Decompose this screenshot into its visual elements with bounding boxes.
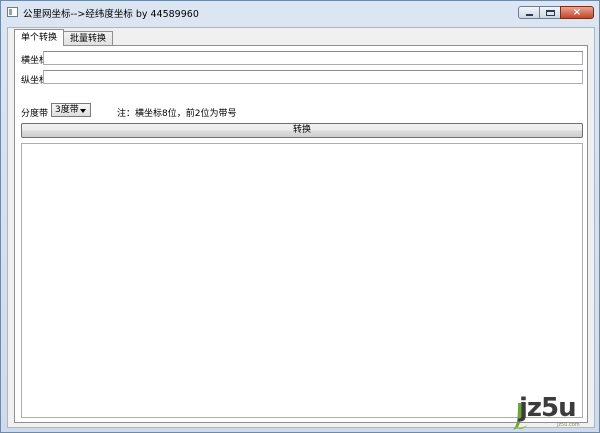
zone-select-value: 3度带 [55,105,79,115]
window-controls: × [518,6,594,19]
zone-label: 分度带 [21,109,49,119]
close-button[interactable]: × [560,6,594,19]
tab-bar: 单个转换 批量转换 [14,29,114,46]
minimize-button[interactable] [518,6,540,19]
client-area: 单个转换 批量转换 横坐标 纵坐标 分度带 3度带 注：横坐标8位，前2位为带号… [7,27,595,428]
tab-single-convert[interactable]: 单个转换 [14,29,65,46]
maximize-icon [546,10,555,16]
chevron-down-icon [80,109,86,113]
watermark-subtext: jz5u.com [557,422,580,428]
minimize-icon [526,14,533,16]
x-coordinate-input[interactable] [43,51,583,65]
maximize-button[interactable] [539,6,561,19]
window-title: 公里网坐标-->经纬度坐标 by 44589960 [23,9,199,20]
title-bar[interactable]: 公里网坐标-->经纬度坐标 by 44589960 × [1,1,599,23]
tab-panel-single: 横坐标 纵坐标 分度带 3度带 注：横坐标8位，前2位为带号 转换 [14,45,588,423]
output-textarea[interactable] [21,143,583,418]
app-window-icon[interactable] [7,7,18,17]
tab-batch-convert[interactable]: 批量转换 [63,31,114,46]
note-text: 注：横坐标8位，前2位为带号 [117,109,237,119]
close-icon: × [572,7,582,18]
site-watermark-logo: jz5u jz5u.com [513,393,593,431]
watermark-text: jz5u [519,393,577,423]
zone-select[interactable]: 3度带 [51,103,91,117]
convert-button[interactable]: 转换 [21,123,583,138]
main-window: 公里网坐标-->经纬度坐标 by 44589960 × 单个转换 批量转换 横坐… [0,0,600,433]
y-coordinate-input[interactable] [43,70,583,84]
